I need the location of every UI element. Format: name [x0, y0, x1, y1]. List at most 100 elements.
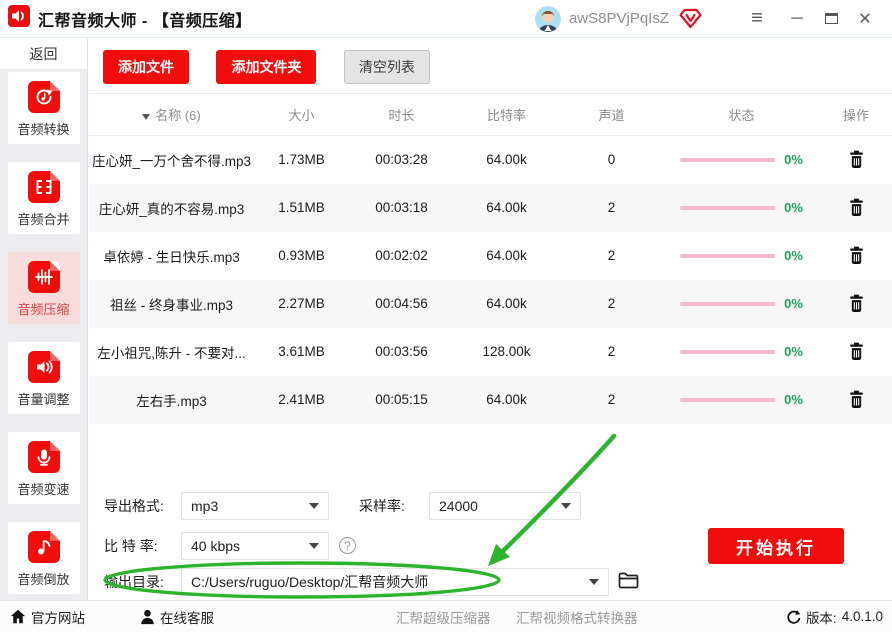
sample-rate-label: 采样率: [359, 498, 405, 514]
sidebar-item-label: 音频变速 [17, 482, 70, 497]
browse-folder-button[interactable] [618, 571, 639, 589]
sort-desc-icon [142, 113, 151, 120]
delete-button[interactable] [846, 244, 867, 267]
file-table: 名称 (6) 大小 时长 比特率 声道 状态 操作 庄心妍_一万个舍不得.mp3… [89, 93, 892, 424]
file-duration: 00:03:18 [375, 200, 428, 215]
column-header-status[interactable]: 状态 [664, 93, 819, 136]
file-channels: 2 [607, 344, 616, 359]
video-converter-product-link[interactable]: 汇帮视频格式转换器 [516, 601, 638, 632]
sidebar-item-audio-compress[interactable]: 音频压缩 [7, 252, 80, 324]
file-size: 3.61MB [278, 344, 325, 359]
progress-percent: 0% [784, 344, 803, 359]
file-name: 祖丝 - 终身事业.mp3 [109, 297, 233, 313]
close-button[interactable]: ✕ [848, 6, 882, 32]
chevron-down-icon [589, 579, 599, 585]
progress-bar [680, 397, 776, 402]
delete-button[interactable] [846, 196, 867, 219]
add-file-button[interactable]: 添加文件 [103, 50, 189, 84]
online-support-link[interactable]: 在线客服 [140, 601, 214, 632]
volume-icon [27, 351, 60, 383]
main-content: 添加文件 添加文件夹 清空列表 名称 (6) 大小 时长 比特率 声道 状态 操… [89, 39, 892, 600]
progress-percent: 0% [784, 248, 803, 263]
chevron-down-icon [309, 503, 319, 509]
sidebar-item-label: 音量调整 [17, 392, 70, 407]
column-header-action[interactable]: 操作 [819, 93, 892, 136]
start-button[interactable]: 开始执行 [708, 528, 844, 564]
column-header-duration[interactable]: 时长 [349, 93, 454, 136]
output-dir-label: 输出目录: [104, 574, 164, 590]
update-refresh-icon [787, 610, 801, 624]
version-label: 版本: [805, 610, 837, 626]
output-dir-select[interactable]: C:/Users/ruguo/Desktop/汇帮音频大师 [181, 568, 609, 596]
table-row[interactable]: 庄心妍_一万个舍不得.mp3 1.73MB 00:03:28 64.00k 0 … [89, 136, 892, 184]
sidebar-item-audio-merge[interactable]: 音频合并 [7, 162, 80, 234]
merge-icon [27, 171, 60, 203]
file-duration: 00:03:28 [375, 152, 428, 168]
add-folder-button[interactable]: 添加文件夹 [216, 50, 317, 84]
sidebar-item-audio-convert[interactable]: 音频转换 [7, 72, 80, 144]
help-icon[interactable]: ? [339, 537, 356, 554]
delete-button[interactable] [846, 340, 867, 363]
app-logo-icon [8, 5, 30, 32]
sidebar-item-audio-speed[interactable]: 音频变速 [7, 432, 80, 504]
progress-bar [680, 205, 776, 210]
file-channels: 2 [607, 392, 616, 407]
file-name: 左右手.mp3 [136, 393, 207, 409]
column-header-name[interactable]: 名称 (6) [89, 93, 254, 136]
file-bitrate: 64.00k [486, 392, 527, 407]
file-size: 2.27MB [278, 296, 325, 311]
progress-percent: 0% [784, 152, 803, 168]
column-header-bitrate[interactable]: 比特率 [454, 93, 559, 136]
file-size: 0.93MB [278, 248, 325, 263]
delete-button[interactable] [846, 292, 867, 315]
back-button[interactable]: 返回 [0, 39, 87, 69]
minimize-button[interactable]: ─ [780, 6, 814, 32]
vip-badge-icon[interactable] [679, 8, 702, 29]
sidebar-item-audio-reverse[interactable]: 音频倒放 [7, 522, 80, 594]
official-site-link[interactable]: 官方网站 [10, 601, 85, 632]
settings-panel: 导出格式: mp3 采样率: 24000 比 特 率: 40 kbps ? 输出… [89, 489, 892, 601]
avatar[interactable] [534, 5, 561, 32]
file-bitrate: 128.00k [482, 344, 531, 359]
table-row[interactable]: 左小祖咒,陈升 - 不要对... 3.61MB 00:03:56 128.00k… [89, 328, 892, 376]
table-row[interactable]: 庄心妍_真的不容易.mp3 1.51MB 00:03:18 64.00k 2 0… [89, 183, 892, 232]
table-row[interactable]: 祖丝 - 终身事业.mp3 2.27MB 00:04:56 64.00k 2 0… [89, 279, 892, 328]
sample-rate-select[interactable]: 24000 [429, 492, 581, 520]
table-header-row: 名称 (6) 大小 时长 比特率 声道 状态 操作 [89, 93, 892, 136]
progress-bar [680, 349, 776, 354]
progress-percent: 0% [784, 392, 803, 407]
chevron-down-icon [309, 543, 319, 549]
sidebar-item-volume-adjust[interactable]: 音量调整 [7, 342, 80, 414]
table-row[interactable]: 左右手.mp3 2.41MB 00:05:15 64.00k 2 0% [89, 375, 892, 424]
export-format-select[interactable]: mp3 [181, 492, 329, 520]
progress-bar [680, 157, 776, 162]
file-channels: 0 [607, 152, 616, 168]
sidebar-item-label: 音频压缩 [17, 302, 70, 317]
compressor-product-link[interactable]: 汇帮超级压缩器 [396, 601, 491, 632]
file-duration: 00:05:15 [375, 392, 428, 407]
progress-percent: 0% [784, 296, 803, 311]
file-name: 庄心妍_一万个舍不得.mp3 [91, 153, 252, 169]
file-name: 卓依婷 - 生日快乐.mp3 [103, 249, 240, 265]
delete-button[interactable] [846, 388, 867, 411]
progress-bar [680, 301, 776, 306]
column-header-channels[interactable]: 声道 [559, 93, 664, 136]
maximize-button[interactable] [814, 6, 848, 32]
app-window: 汇帮音频大师 - 【音频压缩】 awS8PVjPqIsZ ≡ ─ ✕ 返回 音频… [0, 0, 892, 632]
menu-icon[interactable]: ≡ [740, 6, 774, 32]
bitrate-label: 比 特 率: [104, 538, 158, 554]
file-bitrate: 64.00k [486, 152, 527, 168]
table-row[interactable]: 卓依婷 - 生日快乐.mp3 0.93MB 00:02:02 64.00k 2 … [89, 232, 892, 280]
file-channels: 2 [607, 248, 616, 263]
progress-bar [680, 253, 776, 258]
file-size: 2.41MB [278, 392, 325, 407]
column-header-size[interactable]: 大小 [254, 93, 349, 136]
clear-list-button[interactable]: 清空列表 [343, 50, 430, 84]
bitrate-select[interactable]: 40 kbps [181, 532, 329, 560]
folder-icon [618, 572, 639, 589]
file-duration: 00:02:02 [375, 248, 428, 263]
file-duration: 00:04:56 [375, 296, 428, 311]
file-bitrate: 64.00k [486, 200, 527, 215]
file-name: 庄心妍_真的不容易.mp3 [98, 201, 245, 217]
delete-button[interactable] [846, 148, 867, 171]
